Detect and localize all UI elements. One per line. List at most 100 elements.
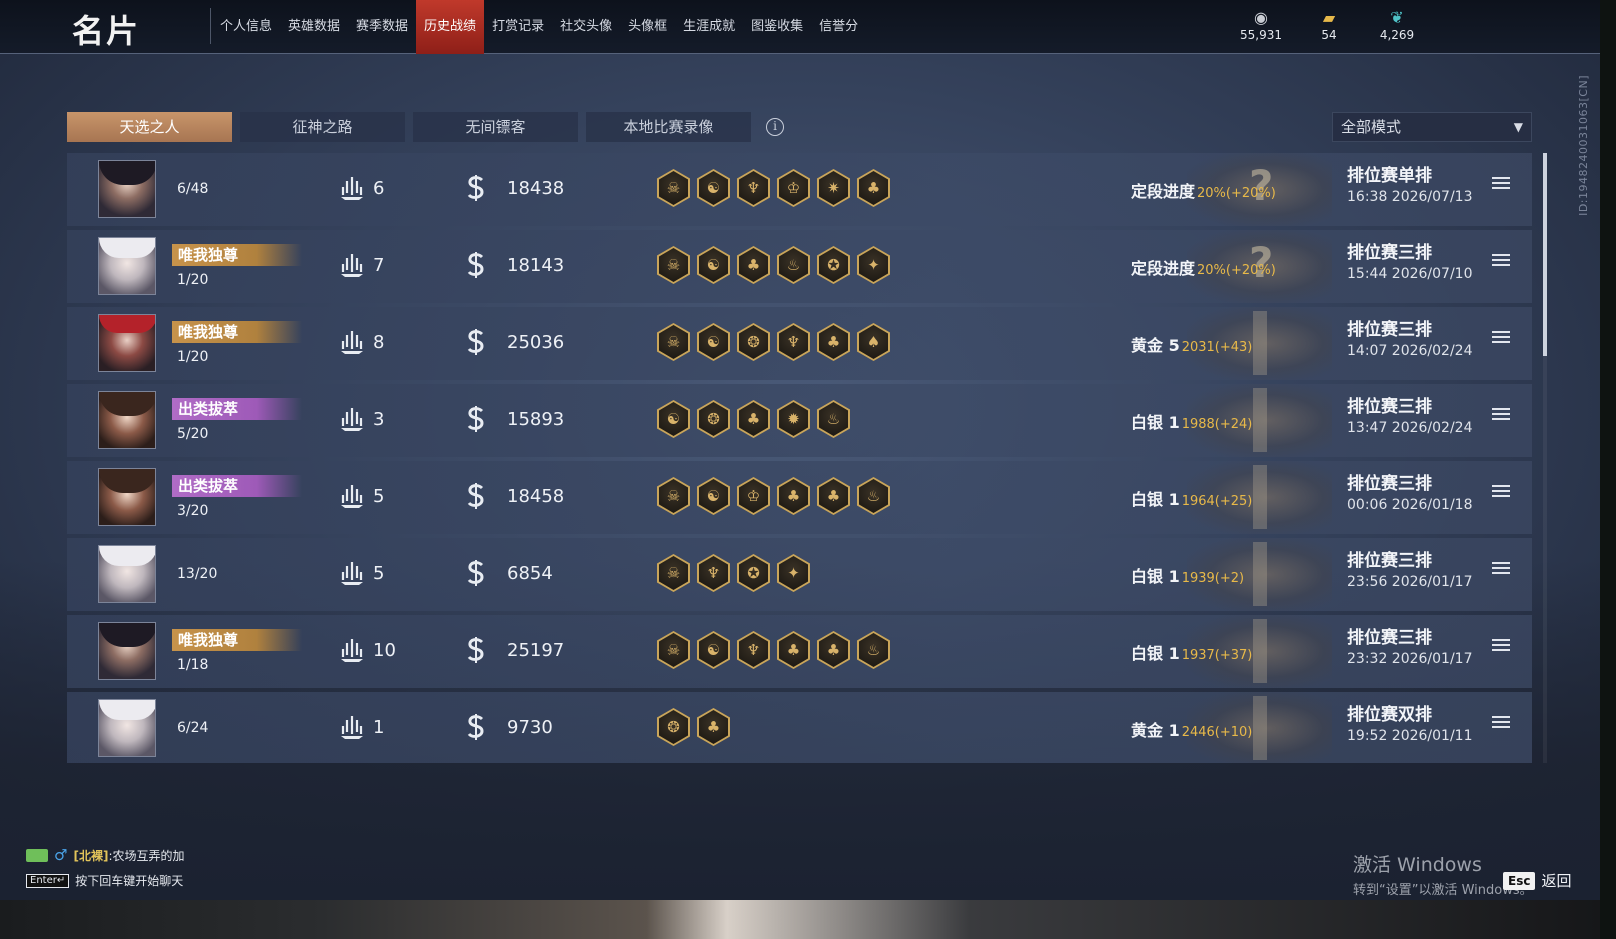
- equipment-hex-icon[interactable]: ☯: [697, 169, 730, 207]
- hero-avatar[interactable]: [98, 314, 156, 372]
- equipment-hex-icon[interactable]: ♣: [817, 477, 850, 515]
- nav-item-4[interactable]: 打赏记录: [484, 0, 552, 54]
- equipment-hex-icon[interactable]: ♨: [777, 246, 810, 284]
- equipment-hex-icon[interactable]: ☠: [657, 169, 690, 207]
- back-button[interactable]: Esc 返回: [1503, 870, 1571, 891]
- chat-hint[interactable]: 按下回车键开始聊天: [75, 872, 183, 889]
- currency-1[interactable]: ▰ 54: [1306, 8, 1352, 42]
- equipment-hex-icon[interactable]: ☠: [657, 631, 690, 669]
- match-type: 排位赛三排: [1347, 628, 1432, 648]
- equipment-hex-icon[interactable]: ✪: [817, 246, 850, 284]
- rank-progress: 定段进度 20%(+20%): [1131, 255, 1276, 279]
- equipment-hex-icon[interactable]: ☠: [657, 323, 690, 361]
- equipment-hex-icon[interactable]: ☠: [657, 246, 690, 284]
- match-row[interactable]: 出类拔萃 5/20 3 15893 ☯ ❂ ♣ ✹ ♨ 白银 1 1988(+24) 排位赛三排 13:…: [67, 384, 1532, 457]
- match-row[interactable]: 出类拔萃 3/20 5 18458 ☠ ☯ ♔ ♣ ♣ ♨ 白银 1 1964(+25) 排位赛三排 00…: [67, 461, 1532, 534]
- nav-item-1[interactable]: 英雄数据: [280, 0, 348, 54]
- equipment-hex-icon[interactable]: ❂: [737, 323, 770, 361]
- mode-select[interactable]: 全部模式 ▼: [1332, 112, 1532, 142]
- nav-item-9[interactable]: 信誉分: [811, 0, 866, 54]
- menu-line: [1492, 336, 1510, 338]
- tab-3[interactable]: 本地比赛录像: [586, 112, 751, 142]
- nav-item-2[interactable]: 赛季数据: [348, 0, 416, 54]
- equipment-hex-icon[interactable]: ✦: [777, 554, 810, 592]
- currency-2[interactable]: ❦ 4,269: [1374, 8, 1420, 42]
- equipment-hex-icon[interactable]: ✹: [777, 400, 810, 438]
- nav-item-6[interactable]: 头像框: [620, 0, 675, 54]
- equipment-hex-icon[interactable]: ☠: [657, 554, 690, 592]
- equipment-hexes: ☠ ☯ ❂ ♆ ♣ ♠: [657, 323, 890, 361]
- equipment-hex-icon[interactable]: ☯: [697, 631, 730, 669]
- match-row[interactable]: 唯我独尊 1/18 10 25197 ☠ ☯ ♆ ♣ ♣ ♨ 白银 1 1937(+37) 排位赛三排 2…: [67, 615, 1532, 688]
- equipment-hex-icon[interactable]: ♣: [697, 708, 730, 746]
- equipment-hex-icon[interactable]: ♣: [817, 323, 850, 361]
- details-menu-icon[interactable]: [1492, 639, 1510, 655]
- equipment-hex-icon[interactable]: ♆: [777, 323, 810, 361]
- hero-avatar[interactable]: [98, 622, 156, 680]
- equipment-hex-icon[interactable]: ♣: [777, 477, 810, 515]
- equipment-hex-icon[interactable]: ♔: [777, 169, 810, 207]
- match-row[interactable]: 唯我独尊 1/20 7 18143 ☠ ☯ ♣ ♨ ✪ ✦? 定段进度 20%(+20%) 排位赛三排 1…: [67, 230, 1532, 303]
- equipment-hex-icon[interactable]: ❂: [657, 708, 690, 746]
- menu-line: [1492, 567, 1510, 569]
- match-time: 23:32 2026/01/17: [1347, 651, 1473, 667]
- details-menu-icon[interactable]: [1492, 562, 1510, 578]
- match-row[interactable]: 13/20 5 6854 ☠ ♆ ✪ ✦ 白银 1 1939(+2) 排位赛三排 23:56 202…: [67, 538, 1532, 611]
- tab-2[interactable]: 无间镖客: [413, 112, 578, 142]
- equipment-hex-icon[interactable]: ♣: [737, 400, 770, 438]
- equipment-hex-icon[interactable]: ☯: [697, 323, 730, 361]
- equipment-hex-icon[interactable]: ✪: [737, 554, 770, 592]
- hero-avatar[interactable]: [98, 391, 156, 449]
- nav-item-3[interactable]: 历史战绩: [416, 0, 485, 54]
- equipment-hex-icon[interactable]: ♣: [777, 631, 810, 669]
- equipment-hex-icon[interactable]: ❂: [697, 400, 730, 438]
- equipment-hex-icon[interactable]: ☯: [697, 246, 730, 284]
- nav-item-8[interactable]: 图鉴收集: [743, 0, 811, 54]
- hero-avatar[interactable]: [98, 160, 156, 218]
- equipment-hex-icon[interactable]: ♨: [857, 477, 890, 515]
- equipment-hex-icon[interactable]: ♆: [737, 631, 770, 669]
- match-row[interactable]: 6/48 6 18438 ☠ ☯ ♆ ♔ ✷ ♣? 定段进度 20%(+20%) 排位赛单排 16:38…: [67, 153, 1532, 226]
- equipment-hex-icon[interactable]: ✦: [857, 246, 890, 284]
- hero-avatar[interactable]: [98, 237, 156, 295]
- equipment-hex-icon[interactable]: ♣: [737, 246, 770, 284]
- details-menu-icon[interactable]: [1492, 485, 1510, 501]
- equipment-hex-icon[interactable]: ☯: [657, 400, 690, 438]
- hero-avatar[interactable]: [98, 699, 156, 757]
- equipment-hex-icon[interactable]: ♣: [857, 169, 890, 207]
- list-scrollbar[interactable]: [1543, 153, 1547, 763]
- equipment-hex-icon[interactable]: ♆: [737, 169, 770, 207]
- details-menu-icon[interactable]: [1492, 254, 1510, 270]
- details-menu-icon[interactable]: [1492, 408, 1510, 424]
- equipment-hex-icon[interactable]: ☠: [657, 477, 690, 515]
- nav-item-7[interactable]: 生涯成就: [675, 0, 743, 54]
- info-icon[interactable]: i: [766, 118, 784, 136]
- equipment-hex-icon[interactable]: ♠: [857, 323, 890, 361]
- hero-avatar[interactable]: [98, 545, 156, 603]
- equipment-hex-icon[interactable]: ♣: [817, 631, 850, 669]
- scroll-thumb[interactable]: [1543, 153, 1547, 356]
- nav-item-5[interactable]: 社交头像: [552, 0, 620, 54]
- details-menu-icon[interactable]: [1492, 177, 1510, 193]
- menu-line: [1492, 485, 1510, 487]
- chat-nick[interactable]: [北裸]: [73, 849, 108, 863]
- currency-0[interactable]: ◉ 55,931: [1238, 8, 1284, 42]
- equipment-hex-icon[interactable]: ♨: [817, 400, 850, 438]
- match-time: 00:06 2026/01/18: [1347, 497, 1473, 513]
- placement: 5/20: [177, 426, 209, 442]
- hero-avatar[interactable]: [98, 468, 156, 526]
- rank-progress: 白银 1 1939(+2): [1131, 563, 1244, 587]
- nav-item-0[interactable]: 个人信息: [212, 0, 280, 54]
- details-menu-icon[interactable]: [1492, 716, 1510, 732]
- match-row[interactable]: 唯我独尊 1/20 8 25036 ☠ ☯ ❂ ♆ ♣ ♠ 黄金 5 2031(+43) 排位赛三排 14…: [67, 307, 1532, 380]
- tab-0[interactable]: 天选之人: [67, 112, 232, 142]
- match-history-list: 6/48 6 18438 ☠ ☯ ♆ ♔ ✷ ♣? 定段进度 20%(+20%) 排位赛单排 16:38…: [67, 153, 1532, 763]
- match-row[interactable]: 6/24 1 9730 ❂ ♣ 黄金 1 2446(+10) 排位赛双排 19:52 2026/…: [67, 692, 1532, 763]
- equipment-hex-icon[interactable]: ♔: [737, 477, 770, 515]
- equipment-hex-icon[interactable]: ♨: [857, 631, 890, 669]
- equipment-hex-icon[interactable]: ✷: [817, 169, 850, 207]
- equipment-hex-icon[interactable]: ♆: [697, 554, 730, 592]
- equipment-hex-icon[interactable]: ☯: [697, 477, 730, 515]
- details-menu-icon[interactable]: [1492, 331, 1510, 347]
- tab-1[interactable]: 征神之路: [240, 112, 405, 142]
